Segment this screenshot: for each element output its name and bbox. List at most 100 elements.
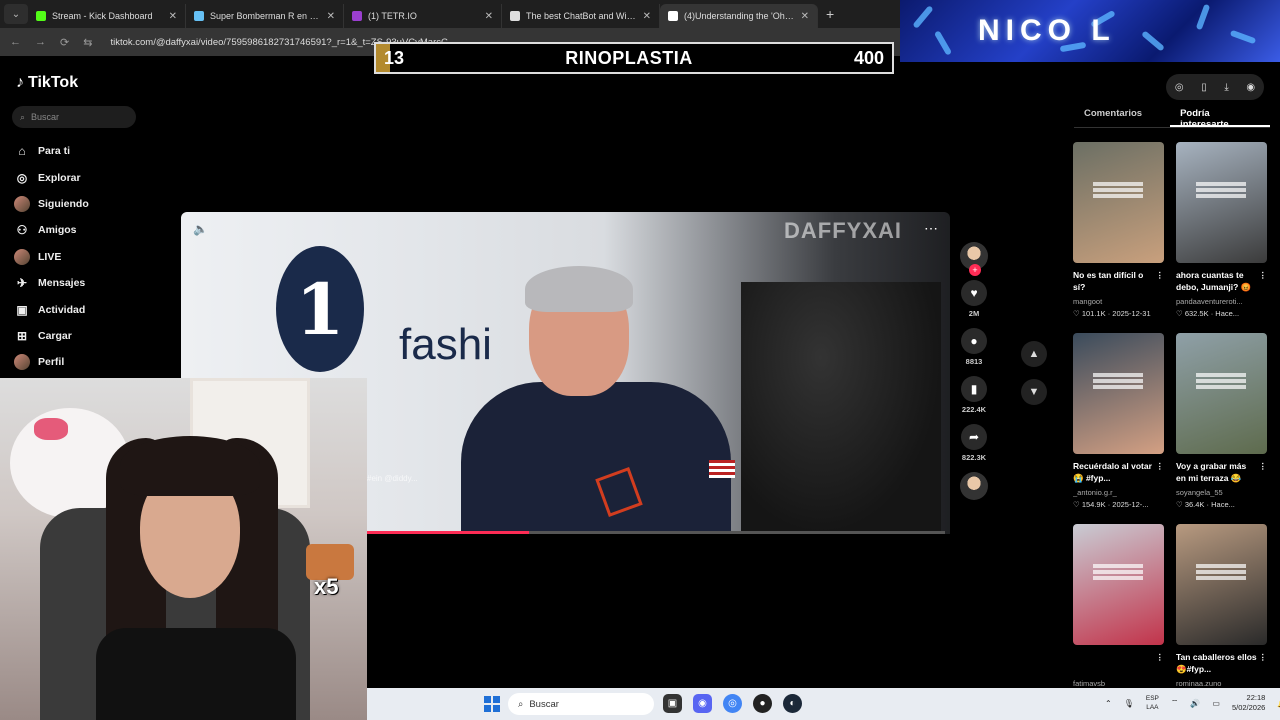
suggested-video-card[interactable]: ahora cuantas te debo, Jumanji? 😡 ⋮ pandaa… — [1176, 142, 1267, 333]
chevron-up-icon[interactable]: ⌃ — [1105, 699, 1112, 708]
windows-start-icon[interactable] — [484, 696, 500, 712]
language-indicator[interactable]: ESP LAA — [1146, 694, 1159, 712]
share-count: 822.3K — [961, 453, 987, 462]
video-author[interactable]: rominaa.zuno — [1176, 679, 1267, 688]
browser-tab[interactable]: Stream - Kick Dashboard ✕ — [28, 4, 186, 28]
more-options-icon[interactable]: ⋮ — [1259, 269, 1268, 295]
video-author[interactable]: pandaaventureroti... — [1176, 297, 1267, 306]
suggested-video-card[interactable]: No es tan difícil o sí? ⋮ mangoot ♡ 101.1K … — [1073, 142, 1164, 333]
download-icon[interactable]: ⤓ — [1224, 82, 1228, 93]
close-icon[interactable]: ✕ — [485, 11, 493, 22]
chevron-down-icon: ▼ — [1028, 386, 1040, 398]
discord-icon[interactable]: ◉ — [693, 694, 712, 713]
forward-icon[interactable]: → — [35, 36, 46, 48]
video-author[interactable]: soyangela_55 — [1176, 488, 1267, 497]
nav-item-cargar[interactable]: ⊞ Cargar — [14, 323, 164, 349]
suggested-video-card[interactable]: Recuérdalo al votar😭 #fyp... ⋮ _antonio.g.… — [1073, 333, 1164, 524]
video-date: Hace... — [1215, 309, 1240, 318]
close-icon[interactable]: ✕ — [169, 11, 177, 22]
score-label: RINOPLASTIA — [565, 47, 693, 68]
video-thumbnail[interactable] — [1073, 142, 1164, 263]
more-options-icon[interactable]: ⋮ — [1259, 460, 1268, 486]
music-disc-avatar[interactable] — [960, 472, 988, 500]
bookmark-icon: ▮ — [970, 382, 978, 396]
speaker-icon[interactable]: 🔊 — [1190, 699, 1200, 708]
mic-icon[interactable]: 🎙 — [1124, 699, 1134, 708]
site-info-icon[interactable]: ⇆ — [83, 36, 92, 49]
view-count: 36.4K — [1184, 500, 1205, 509]
nav-item-amigos[interactable]: ⚇ Amigos — [14, 217, 164, 243]
search-icon: ⌕ — [20, 111, 26, 122]
video-author[interactable]: fatimavsb — [1073, 679, 1164, 688]
nav-item-siguiendo[interactable]: Siguiendo — [14, 191, 164, 217]
user-avatar[interactable]: ◉ — [1246, 82, 1255, 93]
video-date: 2025-12-... — [1112, 500, 1149, 509]
explore-icon[interactable]: ◎ — [1175, 82, 1184, 93]
tiktok-search-input[interactable]: ⌕ Buscar — [12, 106, 136, 128]
nav-item-perfil[interactable]: Perfil — [14, 349, 164, 375]
new-tab-button[interactable]: + — [826, 6, 834, 22]
nav-item-mensajes[interactable]: ✈ Mensajes — [14, 270, 164, 296]
suggested-video-card[interactable]: ⋮fatimavsb♡ 22.1K · 2025-12-22 — [1073, 524, 1164, 715]
more-options-icon[interactable]: ⋮ — [1156, 460, 1165, 486]
nav-label: Siguiendo — [38, 197, 89, 210]
reload-icon[interactable]: ⟳ — [60, 36, 69, 49]
suggested-video-card[interactable]: Tan caballeros ellos 😍#fyp... ⋮ rominaa.zu… — [1176, 524, 1267, 715]
browser-tab[interactable]: (4)Understanding the 'Oh W ✕ — [660, 4, 818, 28]
chrome-icon[interactable]: ◎ — [723, 694, 742, 713]
video-thumbnail[interactable] — [1176, 142, 1267, 263]
tiktok-nav: ⌂ Para ti ◎ Explorar Siguiendo ⚇ Amigos LIVE ✈ Me… — [14, 138, 164, 376]
video-author[interactable]: _antonio.g.r_ — [1073, 488, 1164, 497]
tiktok-note-icon: ♪ — [16, 74, 24, 91]
tab-comments[interactable]: Comentarios — [1074, 102, 1152, 127]
steam-icon[interactable]: ◐ — [783, 694, 802, 713]
tab-suggested[interactable]: Podría interesarte — [1170, 102, 1270, 130]
volume-icon[interactable]: 🔈 — [193, 222, 208, 236]
heart-icon: ♡ — [1176, 309, 1183, 318]
tab-list: Stream - Kick Dashboard ✕ Super Bomberman … — [28, 0, 818, 28]
follow-plus-icon[interactable]: + — [969, 264, 981, 276]
browser-tab[interactable]: Super Bomberman R en Steam ✕ — [186, 4, 344, 28]
more-options-icon[interactable]: ⋮ — [1156, 269, 1165, 295]
video-thumbnail[interactable] — [1073, 524, 1164, 645]
next-video-button[interactable]: ▼ — [1021, 379, 1047, 405]
nav-item-live[interactable]: LIVE — [14, 244, 164, 270]
wifi-icon[interactable]: ⌔ — [1171, 698, 1179, 708]
task-view-icon[interactable]: ▣ — [663, 694, 682, 713]
taskbar-search-placeholder: Buscar — [529, 698, 559, 710]
back-icon[interactable]: ← — [10, 36, 21, 48]
device-icon[interactable]: ▯ — [1201, 82, 1207, 93]
obs-icon[interactable]: ● — [753, 694, 772, 713]
tiktok-logo[interactable]: ♪ TikTok — [16, 74, 78, 92]
video-thumbnail[interactable] — [1176, 333, 1267, 454]
share-button[interactable]: ➦ — [961, 424, 987, 450]
close-icon[interactable]: ✕ — [801, 11, 809, 22]
close-icon[interactable]: ✕ — [643, 11, 651, 22]
tab-search-button[interactable]: ⌄ — [4, 4, 28, 24]
tab-favicon-icon — [352, 11, 362, 21]
video-subject — [461, 266, 731, 534]
video-thumbnail[interactable] — [1073, 333, 1164, 454]
more-options-icon[interactable]: ⋯ — [924, 220, 938, 237]
suggested-video-card[interactable]: Voy a grabar más en mi terraza 😂 ⋮ soyange… — [1176, 333, 1267, 524]
heart-button[interactable]: ♥ — [961, 280, 987, 306]
browser-tab[interactable]: The best ChatBot and Widgets ✕ — [502, 4, 660, 28]
taskbar-search[interactable]: ⌕ Buscar — [508, 693, 654, 715]
close-icon[interactable]: ✕ — [327, 11, 335, 22]
nav-item-explorar[interactable]: ◎ Explorar — [14, 164, 164, 190]
comment-button[interactable]: ● — [961, 328, 987, 354]
bookmark-button[interactable]: ▮ — [961, 376, 987, 402]
more-options-icon[interactable]: ⋮ — [1156, 651, 1165, 677]
battery-icon[interactable]: ▭ — [1212, 699, 1220, 708]
nav-item-para-ti[interactable]: ⌂ Para ti — [14, 138, 164, 164]
creator-avatar[interactable]: + — [960, 242, 988, 276]
video-thumbnail[interactable] — [1176, 524, 1267, 645]
previous-video-button[interactable]: ▲ — [1021, 341, 1047, 367]
video-author[interactable]: mangoot — [1073, 297, 1164, 306]
clock[interactable]: 22:18 5/02/2026 — [1232, 693, 1265, 713]
nav-item-actividad[interactable]: ▣ Actividad — [14, 296, 164, 322]
browser-tab[interactable]: (1) TETR.IO ✕ — [344, 4, 502, 28]
video-progress-bar[interactable] — [367, 531, 945, 534]
more-options-icon[interactable]: ⋮ — [1259, 651, 1268, 677]
event-logo: 1 — [276, 246, 364, 372]
